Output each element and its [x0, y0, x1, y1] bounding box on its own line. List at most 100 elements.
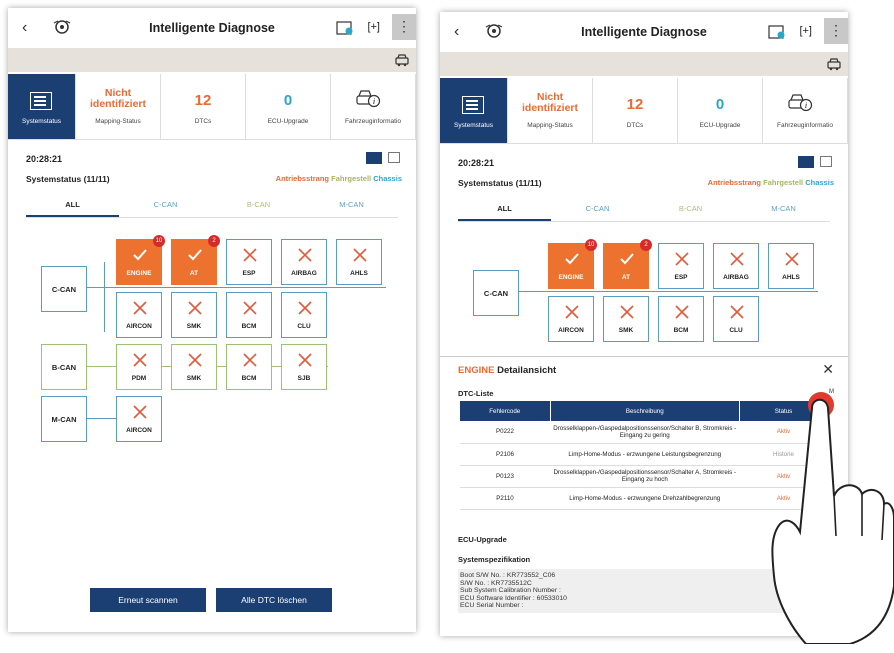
module-bcm[interactable]: BCM [226, 292, 272, 338]
module-bcm[interactable]: BCM [658, 296, 704, 342]
report-icon[interactable] [768, 24, 786, 40]
check-icon [133, 249, 147, 261]
expand-icon[interactable]: [+] [799, 25, 812, 37]
module-clu[interactable]: CLU [713, 296, 759, 342]
col-fehlercode: Fehlercode [460, 401, 551, 421]
module-smk-b[interactable]: SMK [171, 344, 217, 390]
module-ahls[interactable]: AHLS [768, 243, 814, 289]
tile-ecu-upgrade[interactable]: 0 ECU-Upgrade [678, 78, 763, 143]
module-engine[interactable]: ENGINE 10 [116, 235, 165, 285]
clear-all-dtc-button[interactable]: Alle DTC löschen [216, 588, 332, 612]
tile-ecu-upgrade[interactable]: 0 ECU-Upgrade [246, 74, 331, 139]
timestamp: 20:28:21 [458, 158, 495, 168]
module-airbag[interactable]: AIRBAG [281, 239, 327, 285]
tab-all[interactable]: ALL [26, 194, 119, 217]
bus-b-can[interactable]: B-CAN [41, 344, 87, 390]
x-icon [188, 301, 202, 315]
dtc-code: P0222 [460, 421, 550, 444]
bus-c-can[interactable]: C-CAN [41, 266, 87, 312]
module-label: AHLS [350, 270, 368, 277]
x-icon [243, 353, 257, 367]
app-bar: ‹ Intelligente Diagnose [+] ⋮ [440, 12, 848, 52]
list-view-icon[interactable] [820, 156, 832, 167]
module-label: AHLS [782, 274, 800, 281]
module-at[interactable]: AT 2 [603, 239, 652, 289]
x-icon [298, 353, 312, 367]
module-label: ESP [674, 274, 688, 281]
module-aircon[interactable]: AIRCON [548, 296, 594, 342]
tile-label: Systemstatus [453, 122, 493, 129]
module-esp[interactable]: ESP [226, 239, 272, 285]
list-view-icon[interactable] [388, 152, 400, 163]
module-label: BCM [241, 323, 257, 330]
bus-c-can[interactable]: C-CAN [473, 270, 519, 316]
tile-label: DTCs [194, 118, 212, 125]
m-can-bus-line [86, 418, 116, 419]
module-esp[interactable]: ESP [658, 243, 704, 289]
category-legend: Antriebsstrang Fahrgestell Chassis [708, 178, 834, 187]
report-icon[interactable] [336, 20, 354, 36]
tab-b-can[interactable]: B-CAN [644, 198, 737, 221]
more-menu-button[interactable]: ⋮ [392, 14, 416, 40]
tile-dtcs[interactable]: 12 DTCs [161, 74, 246, 139]
dtc-badge: 2 [208, 235, 220, 247]
vehicle-view-icon[interactable] [798, 156, 814, 168]
bus-m-can[interactable]: M-CAN [41, 396, 87, 442]
dtc-badge: 10 [153, 235, 165, 247]
module-smk[interactable]: SMK [603, 296, 649, 342]
more-menu-button[interactable]: ⋮ [824, 18, 848, 44]
checklist-icon [30, 92, 52, 110]
module-label: ESP [242, 270, 256, 277]
dtc-code: P2106 [460, 443, 550, 466]
tab-m-can[interactable]: M-CAN [737, 198, 830, 221]
dtc-badge: 2 [640, 239, 652, 251]
svg-text:i: i [805, 101, 807, 110]
tab-c-can[interactable]: C-CAN [119, 194, 212, 217]
tile-vehicle-info[interactable]: i Fahrzeuginformatio [331, 74, 416, 139]
x-icon [188, 353, 202, 367]
dtc-list-heading: DTC-Liste [458, 389, 494, 398]
module-aircon[interactable]: AIRCON [116, 292, 162, 338]
vehicle-view-icon[interactable] [366, 152, 382, 164]
module-label: AT [189, 270, 199, 277]
dtc-description: Drosselklappen-/Gaspedalpositionssensor/… [550, 421, 740, 444]
tab-m-can[interactable]: M-CAN [305, 194, 398, 217]
module-label: SMK [618, 327, 634, 334]
tile-systemstatus[interactable]: Systemstatus [440, 78, 508, 143]
rescan-button[interactable]: Erneut scannen [90, 588, 206, 612]
system-status-count: Systemstatus (11/11) [458, 178, 542, 188]
module-ahls[interactable]: AHLS [336, 239, 382, 285]
tile-systemstatus[interactable]: Systemstatus [8, 74, 76, 139]
tile-mapping-status[interactable]: Nicht identifiziert Mapping-Status [76, 74, 161, 139]
module-pdm[interactable]: PDM [116, 344, 162, 390]
tile-label: Systemstatus [21, 118, 61, 125]
dtc-count: 12 [194, 92, 212, 109]
close-icon[interactable]: ✕ [822, 361, 834, 378]
legend-antriebsstrang: Antriebsstrang [707, 178, 762, 187]
tile-dtcs[interactable]: 12 DTCs [593, 78, 678, 143]
tile-mapping-status[interactable]: Nicht identifiziert Mapping-Status [508, 78, 593, 143]
module-aircon-m[interactable]: AIRCON [116, 396, 162, 442]
module-sjb[interactable]: SJB [281, 344, 327, 390]
x-icon [243, 301, 257, 315]
module-engine[interactable]: ENGINE 10 [548, 239, 597, 289]
expand-icon[interactable]: [+] [367, 21, 380, 33]
car-icon[interactable] [394, 53, 410, 67]
tile-vehicle-info[interactable]: i Fahrzeuginformatio [763, 78, 848, 143]
module-smk[interactable]: SMK [171, 292, 217, 338]
tab-all[interactable]: ALL [458, 198, 551, 221]
tile-label: DTCs [626, 122, 644, 129]
module-airbag[interactable]: AIRBAG [713, 243, 759, 289]
check-icon [620, 253, 634, 265]
module-clu[interactable]: CLU [281, 292, 327, 338]
svg-text:i: i [373, 97, 375, 106]
module-bcm-b[interactable]: BCM [226, 344, 272, 390]
system-status-count: Systemstatus (11/11) [26, 174, 110, 184]
dtc-code: P2110 [460, 487, 550, 510]
timestamp: 20:28:21 [26, 154, 63, 164]
tab-c-can[interactable]: C-CAN [551, 198, 644, 221]
car-icon[interactable] [826, 57, 842, 71]
tab-b-can[interactable]: B-CAN [212, 194, 305, 217]
module-at[interactable]: AT 2 [171, 235, 220, 285]
mapping-value: Nicht identifiziert [521, 91, 578, 114]
